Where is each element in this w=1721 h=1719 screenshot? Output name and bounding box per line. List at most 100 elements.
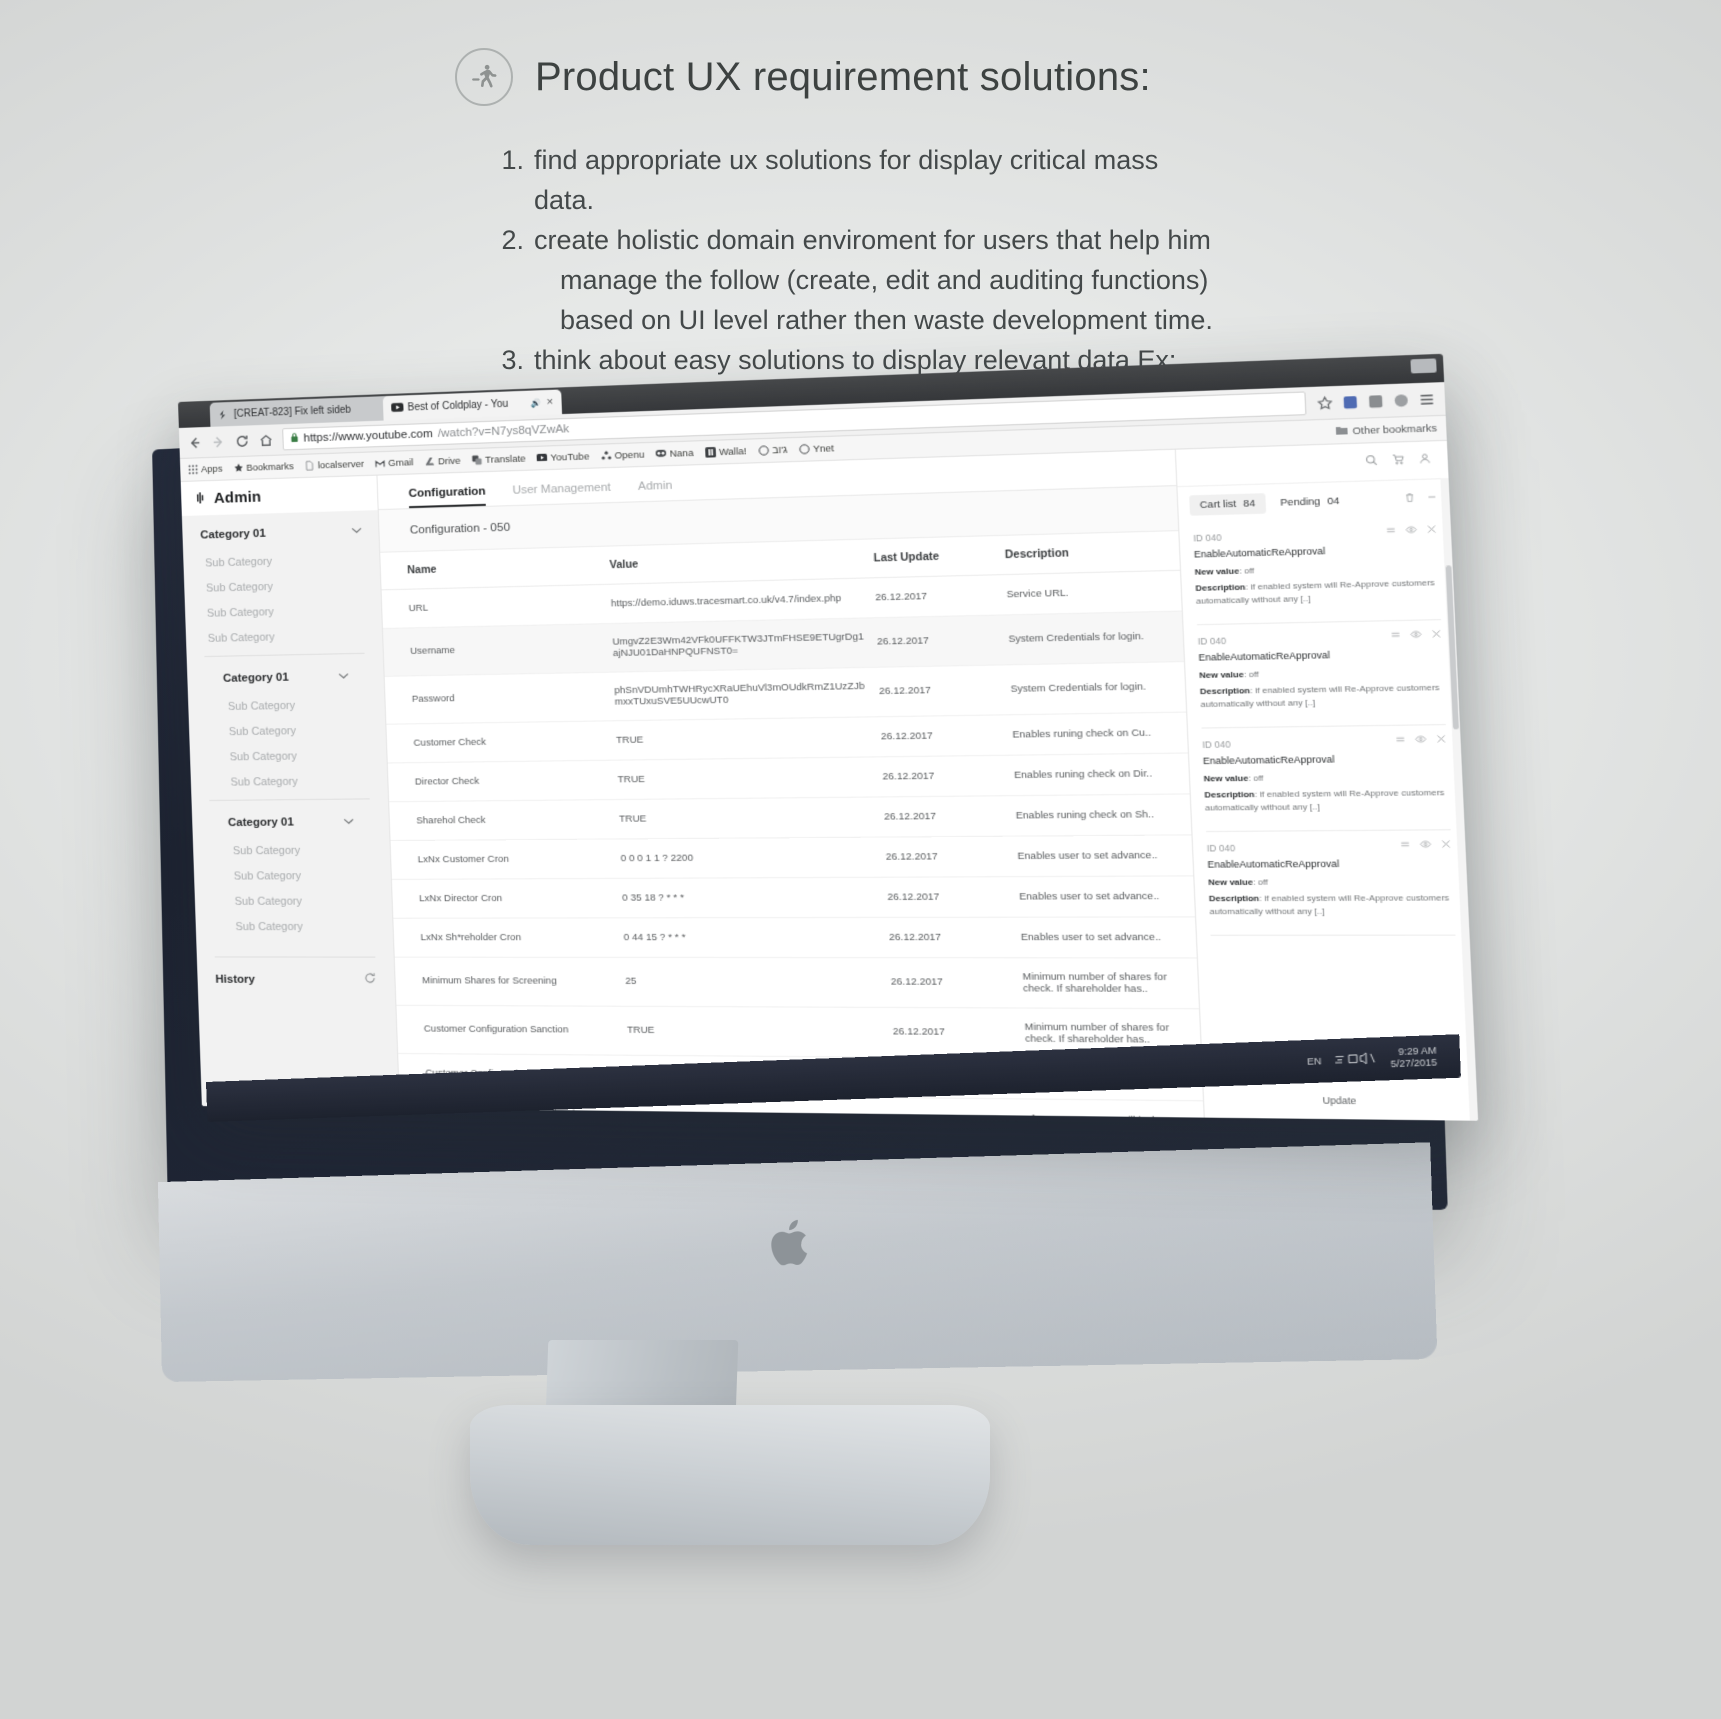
sidebar-group-1-title: Category 01 [200, 527, 266, 542]
taskbar-language[interactable]: EN [1307, 1056, 1322, 1067]
cell-value: TRUE [616, 756, 884, 800]
card-new-value: New value: off [1199, 669, 1260, 681]
drag-icon[interactable] [1390, 630, 1401, 642]
bookmark-bookmarks[interactable]: Bookmarks [233, 461, 294, 474]
table-row[interactable]: Sharehol Check TRUE 26.12.2017 Enables r… [389, 793, 1204, 841]
tab-admin[interactable]: Admin [638, 479, 673, 501]
sidebar-item-sub-2-1[interactable]: Sub Category [206, 692, 367, 720]
column-header-description[interactable]: Description [1004, 530, 1178, 575]
forward-icon[interactable] [211, 434, 226, 450]
tab-audio-icon[interactable]: 🔊 [531, 398, 542, 408]
sidebar-group-2-header[interactable]: Category 01 [205, 670, 366, 685]
sidebar-group-3-header[interactable]: Category 01 [210, 816, 371, 830]
home-icon[interactable] [258, 432, 273, 448]
browser-menu-icon[interactable] [1418, 391, 1436, 408]
minimize-button[interactable] [1410, 358, 1437, 374]
bookmark-openu[interactable]: Openu [601, 449, 645, 462]
window-controls[interactable] [1410, 358, 1437, 374]
taskbar-tray-icons[interactable] [1333, 1051, 1380, 1068]
table-row[interactable]: LxNx Director Cron 0 35 18 ? * * * 26.12… [391, 875, 1204, 918]
column-header-last-update[interactable]: Last Update [872, 535, 1006, 578]
user-icon[interactable] [1418, 452, 1432, 468]
extension-icon-1[interactable] [1341, 393, 1359, 410]
list-item: 1. find appropriate ux solutions for dis… [498, 140, 1218, 220]
chevron-down-icon[interactable] [351, 525, 363, 536]
sidebar-item-sub-2-2[interactable]: Sub Category [207, 718, 368, 746]
folder-icon [1335, 426, 1348, 437]
bookmark-drive[interactable]: Drive [424, 455, 461, 467]
extension-icon-2[interactable] [1367, 392, 1385, 409]
bookmark-job[interactable]: ג'וב [758, 444, 787, 456]
close-icon[interactable] [1436, 734, 1447, 746]
column-header-value[interactable]: Value [608, 539, 875, 584]
chevron-down-icon[interactable] [338, 671, 349, 682]
bookmark-label: YouTube [550, 450, 590, 464]
sidebar-item-sub-2-4[interactable]: Sub Category [208, 769, 369, 796]
chevron-down-icon[interactable] [343, 816, 355, 827]
list-item-number: 1. [501, 145, 524, 175]
cell-description: Enables runing check on Sh.. [1014, 793, 1190, 836]
eye-icon[interactable] [1410, 629, 1422, 641]
bookmark-ynet[interactable]: Ynet [799, 442, 834, 455]
close-icon[interactable] [1426, 524, 1437, 536]
sidebar-item-sub-3-4[interactable]: Sub Category [213, 915, 375, 941]
bookmark-localserver[interactable]: localserver [304, 458, 364, 471]
star-icon [233, 463, 243, 473]
drawer-card[interactable]: ID 040 EnableAutomaticReApproval New val… [1206, 830, 1456, 936]
trash-icon[interactable] [1404, 492, 1416, 506]
drag-icon[interactable] [1385, 525, 1396, 537]
bookmark-apps[interactable]: Apps [188, 463, 223, 475]
table-row[interactable]: Minimum Shares for Screening 25 26.12.20… [394, 956, 1204, 1009]
browser-tab-2-title: Best of Coldplay - You [407, 398, 509, 414]
drawer-tab-cart-list[interactable]: Cart list 84 [1189, 493, 1266, 516]
close-icon[interactable]: × [546, 396, 553, 409]
sidebar-item-sub-1-4[interactable]: Sub Category [186, 623, 383, 652]
extension-icon-3[interactable] [1392, 391, 1410, 408]
column-header-name[interactable]: Name [380, 546, 611, 590]
update-button[interactable]: Update [1304, 1090, 1376, 1110]
sidebar-group-1-header[interactable]: Category 01 [182, 524, 378, 542]
sidebar-item-sub-3-2[interactable]: Sub Category [212, 864, 373, 890]
tab-configuration[interactable]: Configuration [408, 485, 487, 508]
refresh-icon[interactable] [364, 972, 377, 987]
card-actions [1390, 629, 1442, 642]
bookmark-youtube[interactable]: YouTube [536, 450, 590, 464]
cell-description: Enables user to set advance.. [1020, 916, 1195, 958]
app-brand[interactable]: Admin [180, 475, 378, 517]
drawer-tab-pending[interactable]: Pending 04 [1270, 491, 1351, 514]
eye-icon[interactable] [1405, 525, 1417, 537]
other-bookmarks-folder[interactable]: Other bookmarks [1335, 422, 1437, 437]
bookmark-gmail[interactable]: Gmail [375, 457, 414, 469]
lock-icon [290, 432, 298, 445]
eye-icon[interactable] [1419, 839, 1431, 851]
back-icon[interactable] [187, 435, 202, 451]
drawer-card[interactable]: ID 040 EnableAutomaticReApproval New val… [1192, 515, 1442, 626]
drawer-card[interactable]: ID 040 EnableAutomaticReApproval New val… [1197, 620, 1446, 729]
bookmark-walla[interactable]: Walla! [705, 445, 747, 458]
close-icon[interactable] [1431, 629, 1442, 641]
bookmark-translate[interactable]: Translate [472, 453, 526, 466]
table-row[interactable]: LxNx Customer Cron 0 0 0 1 1 ? 2200 26.1… [390, 834, 1204, 880]
cart-icon[interactable] [1391, 453, 1404, 469]
drag-icon[interactable] [1395, 734, 1406, 746]
cell-name: Username [382, 623, 614, 677]
search-icon[interactable] [1365, 454, 1378, 470]
tab-user-management[interactable]: User Management [512, 481, 611, 505]
sidebar-item-sub-3-1[interactable]: Sub Category [211, 838, 372, 864]
drawer-card[interactable]: ID 040 EnableAutomaticReApproval New val… [1201, 725, 1451, 833]
reload-icon[interactable] [234, 433, 249, 449]
cell-last-update: 26.12.2017 [895, 1097, 1030, 1120]
sidebar-item-sub-3-3[interactable]: Sub Category [212, 889, 373, 915]
close-icon[interactable] [1441, 839, 1452, 851]
bookmark-nana[interactable]: Nana [655, 447, 694, 460]
sidebar-item-sub-2-3[interactable]: Sub Category [207, 743, 368, 770]
eye-icon[interactable] [1415, 734, 1427, 746]
sidebar-history[interactable]: History [214, 956, 377, 988]
cell-last-update: 26.12.2017 [891, 1007, 1026, 1059]
taskbar-clock[interactable]: 9:29 AM 5/27/2015 [1390, 1045, 1437, 1071]
drag-icon[interactable] [1400, 839, 1411, 851]
config-table-wrapper: Name Value Last Update Description URL h… [380, 530, 1204, 1120]
table-row[interactable]: LxNx Sh*reholder Cron 0 44 15 ? * * * 26… [393, 916, 1204, 958]
minimize-icon[interactable] [1426, 491, 1438, 505]
bookmark-star-icon[interactable] [1316, 394, 1334, 411]
